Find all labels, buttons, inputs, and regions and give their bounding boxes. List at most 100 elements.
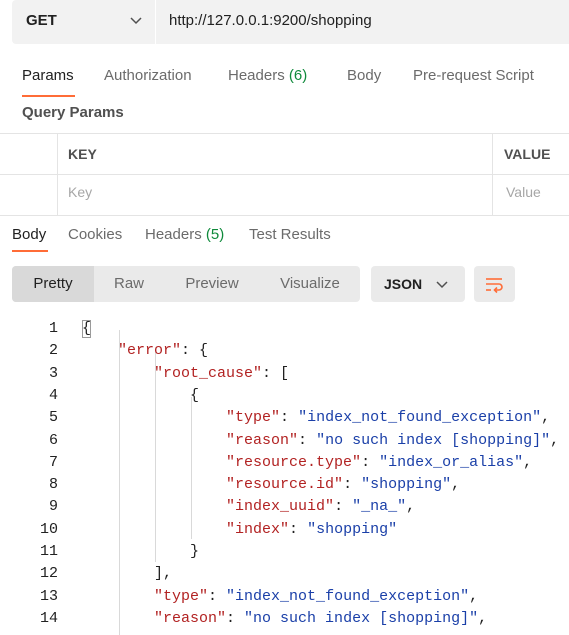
tab-params-label: Params	[22, 67, 74, 84]
json-punctuation: ,	[541, 409, 551, 427]
code-text: "error": {	[82, 342, 208, 359]
line-number: 3	[48, 364, 58, 382]
code-line: 3 "root_cause": [	[0, 365, 569, 387]
tab-cookies-label: Cookies	[68, 226, 123, 243]
code-line: 6 "reason": "no such index [shopping]",	[0, 432, 569, 454]
json-punctuation	[82, 610, 154, 627]
code-text: "index_uuid": "_na_",	[82, 498, 415, 515]
json-string: "no such index [shopping]"	[244, 609, 479, 627]
view-mode-raw[interactable]: Raw	[94, 266, 164, 302]
line-number: 7	[48, 453, 58, 471]
json-punctuation	[82, 588, 154, 605]
json-string: "shopping"	[361, 476, 452, 494]
code-line: 5 "type": "index_not_found_exception",	[0, 409, 569, 431]
json-key: "index"	[226, 520, 290, 538]
code-line: 13 "type": "index_not_found_exception",	[0, 588, 569, 610]
json-key: "resource.id"	[226, 476, 344, 494]
chevron-down-icon	[130, 17, 142, 25]
code-line: 14 "reason": "no such index [shopping]",	[0, 610, 569, 632]
line-number: 8	[48, 476, 58, 494]
json-punctuation: ,	[550, 431, 560, 449]
active-tab-indicator	[22, 95, 75, 97]
tab-body-label: Body	[347, 67, 382, 84]
tab-headers[interactable]: Headers (6)	[228, 67, 307, 84]
code-line: 12 ],	[0, 565, 569, 587]
param-key-input[interactable]: Key	[68, 184, 92, 200]
format-select[interactable]: JSON	[371, 266, 465, 302]
json-punctuation: :	[343, 476, 362, 494]
json-string: "index_or_alias"	[379, 453, 524, 471]
tab-response-headers[interactable]: Headers (5)	[145, 226, 224, 243]
view-mode-pretty[interactable]: Pretty	[12, 266, 94, 302]
wrap-lines-button[interactable]	[474, 266, 515, 302]
line-number: 6	[48, 431, 58, 449]
view-mode-visualize[interactable]: Visualize	[260, 266, 360, 302]
line-number: 2	[48, 342, 58, 360]
method-select[interactable]: GET	[12, 0, 156, 44]
bracket-match-highlight	[82, 320, 91, 338]
json-punctuation: :	[226, 609, 245, 627]
format-label: JSON	[384, 276, 423, 292]
tab-test-results[interactable]: Test Results	[249, 226, 331, 243]
json-punctuation: :	[298, 431, 317, 449]
column-divider	[57, 134, 58, 215]
tab-authorization[interactable]: Authorization	[104, 67, 192, 84]
json-punctuation	[82, 521, 226, 538]
json-key: "error"	[118, 342, 182, 360]
json-punctuation: ,	[523, 453, 533, 471]
tab-params[interactable]: Params	[22, 67, 74, 84]
line-number: 12	[39, 565, 58, 583]
request-url-bar: GET http://127.0.0.1:9200/shopping	[12, 0, 569, 44]
param-value-input[interactable]: Value	[506, 184, 541, 200]
tab-response-headers-label: Headers	[145, 226, 206, 243]
code-line: 11 }	[0, 543, 569, 565]
tab-response-headers-count: (5)	[205, 226, 225, 243]
json-string: "_na_"	[352, 498, 407, 516]
view-mode-preview[interactable]: Preview	[164, 266, 260, 302]
json-punctuation: ,	[406, 498, 416, 516]
column-divider	[492, 134, 493, 215]
tab-pre-request-script[interactable]: Pre-request Script	[413, 67, 534, 84]
tab-response-body[interactable]: Body	[12, 226, 46, 243]
code-text: }	[82, 543, 199, 560]
json-punctuation: :	[334, 498, 353, 516]
code-text: "type": "index_not_found_exception",	[82, 409, 550, 426]
json-punctuation	[82, 432, 226, 449]
column-header-key: KEY	[68, 146, 97, 162]
tab-headers-label: Headers	[228, 67, 289, 84]
active-response-tab-indicator	[12, 250, 48, 252]
code-line: 7 "resource.type": "index_or_alias",	[0, 454, 569, 476]
code-text: "resource.id": "shopping",	[82, 476, 460, 493]
method-label: GET	[26, 12, 57, 29]
view-mode-selector: Pretty Raw Preview Visualize	[12, 266, 360, 302]
tab-cookies[interactable]: Cookies	[68, 226, 122, 243]
tab-headers-count: (6)	[288, 67, 308, 84]
chevron-down-icon	[436, 281, 448, 289]
code-line: 2 "error": {	[0, 342, 569, 364]
line-number: 13	[39, 587, 58, 605]
tab-response-body-label: Body	[12, 226, 47, 243]
json-punctuation	[82, 454, 226, 471]
json-punctuation	[82, 498, 226, 515]
tab-body[interactable]: Body	[347, 67, 381, 84]
code-text: "reason": "no such index [shopping]",	[82, 432, 559, 449]
tab-authorization-label: Authorization	[104, 67, 192, 84]
json-key: "reason"	[226, 431, 299, 449]
code-line: 9 "index_uuid": "_na_",	[0, 498, 569, 520]
json-key: "index_uuid"	[226, 498, 335, 516]
json-punctuation	[82, 365, 154, 382]
json-punctuation: : [	[262, 364, 290, 382]
json-punctuation	[82, 409, 226, 426]
line-number: 9	[48, 498, 58, 516]
code-text: "resource.type": "index_or_alias",	[82, 454, 532, 471]
url-input[interactable]: http://127.0.0.1:9200/shopping	[169, 12, 372, 29]
tab-test-results-label: Test Results	[249, 226, 331, 243]
json-punctuation: ,	[478, 609, 488, 627]
line-number: 14	[39, 609, 58, 627]
json-key: "reason"	[154, 609, 227, 627]
json-key: "root_cause"	[154, 364, 263, 382]
json-punctuation: : {	[181, 342, 209, 360]
json-string: "index_not_found_exception"	[298, 409, 542, 427]
response-body-code[interactable]: 1{2 "error": {3 "root_cause": [4 {5 "typ…	[0, 318, 569, 635]
code-line: 4 {	[0, 387, 569, 409]
